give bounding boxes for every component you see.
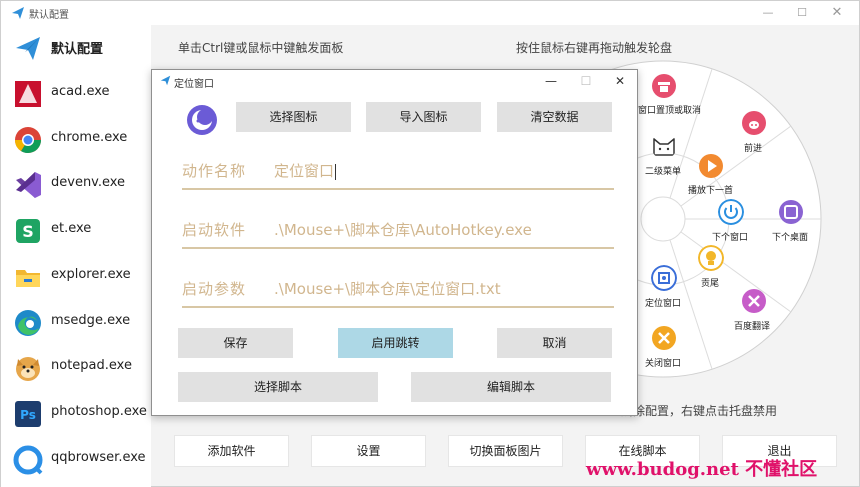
settings-button[interactable]: 设置 — [311, 435, 426, 467]
save-button[interactable]: 保存 — [178, 328, 293, 358]
pin-icon[interactable] — [651, 73, 677, 99]
bottom-hint: 删除配置，右键点击托盘禁用 — [621, 404, 778, 418]
close-window-icon[interactable] — [651, 325, 677, 351]
text-cursor — [335, 163, 337, 180]
dialog-title: 定位窗口 — [174, 79, 214, 90]
dialog-titlebar[interactable]: 定位窗口 — ☐ ✕ — [152, 70, 637, 92]
field-value[interactable]: .\Mouse+\脚本仓库\AutoHotkey.exe — [274, 219, 532, 240]
pig-icon[interactable] — [741, 110, 767, 136]
switch-panel-image-button[interactable]: 切换面板图片 — [448, 435, 563, 467]
field-label: 动作名称 — [182, 162, 247, 180]
dialog-maximize-button[interactable]: ☐ — [571, 71, 601, 91]
import-icon-button[interactable]: 导入图标 — [366, 102, 481, 132]
clear-data-button[interactable]: 清空数据 — [497, 102, 612, 132]
locate-icon[interactable] — [651, 265, 677, 291]
wheel-item-label: 下个桌面 — [772, 233, 809, 243]
cancel-button[interactable]: 取消 — [497, 328, 612, 358]
power-icon[interactable] — [718, 199, 744, 225]
choose-icon-button[interactable]: 选择图标 — [236, 102, 351, 132]
wheel-item-label: 前进 — [744, 144, 763, 154]
paper-plane-icon — [160, 75, 171, 86]
field-value[interactable]: 定位窗口 — [274, 160, 337, 181]
play-icon[interactable] — [698, 153, 724, 179]
bulb-icon[interactable] — [698, 245, 724, 271]
translate-icon[interactable] — [741, 288, 767, 314]
launch-params-field[interactable]: 启动参数 .\Mouse+\脚本仓库\定位窗口.txt — [182, 268, 614, 308]
locate-window-dialog: 定位窗口 — ☐ ✕ 选择图标 导入图标 清空数据 动作名称 定位窗口 启动软件… — [151, 69, 638, 416]
field-label: 启动软件 — [182, 221, 247, 239]
edit-script-button[interactable]: 编辑脚本 — [411, 372, 611, 402]
add-software-button[interactable]: 添加软件 — [174, 435, 289, 467]
wheel-item-label: 播放下一首 — [688, 186, 734, 196]
wheel-item-label: 下个窗口 — [712, 233, 749, 243]
enable-jump-button[interactable]: 启用跳转 — [338, 328, 453, 358]
choose-script-button[interactable]: 选择脚本 — [178, 372, 378, 402]
moon-icon[interactable] — [186, 104, 218, 136]
wheel-item-label: 贡尾 — [701, 279, 720, 289]
wheel-item-label: 窗口置顶或取消 — [638, 106, 702, 116]
cat-icon[interactable] — [651, 133, 677, 159]
desktop-icon[interactable] — [778, 199, 804, 225]
launch-software-field[interactable]: 启动软件 .\Mouse+\脚本仓库\AutoHotkey.exe — [182, 209, 614, 249]
wheel-item-label: 关闭窗口 — [645, 359, 682, 369]
watermark: www.budog.net 不懂社区 — [586, 459, 818, 480]
action-name-field[interactable]: 动作名称 定位窗口 — [182, 150, 614, 190]
field-value[interactable]: .\Mouse+\脚本仓库\定位窗口.txt — [274, 278, 501, 299]
wheel-item-label: 二级菜单 — [645, 167, 682, 177]
wheel-item-label: 百度翻译 — [734, 322, 771, 332]
dialog-minimize-button[interactable]: — — [536, 71, 566, 91]
wheel-item-label: 定位窗口 — [645, 299, 682, 309]
dialog-close-button[interactable]: ✕ — [605, 71, 635, 91]
field-label: 启动参数 — [182, 280, 247, 298]
